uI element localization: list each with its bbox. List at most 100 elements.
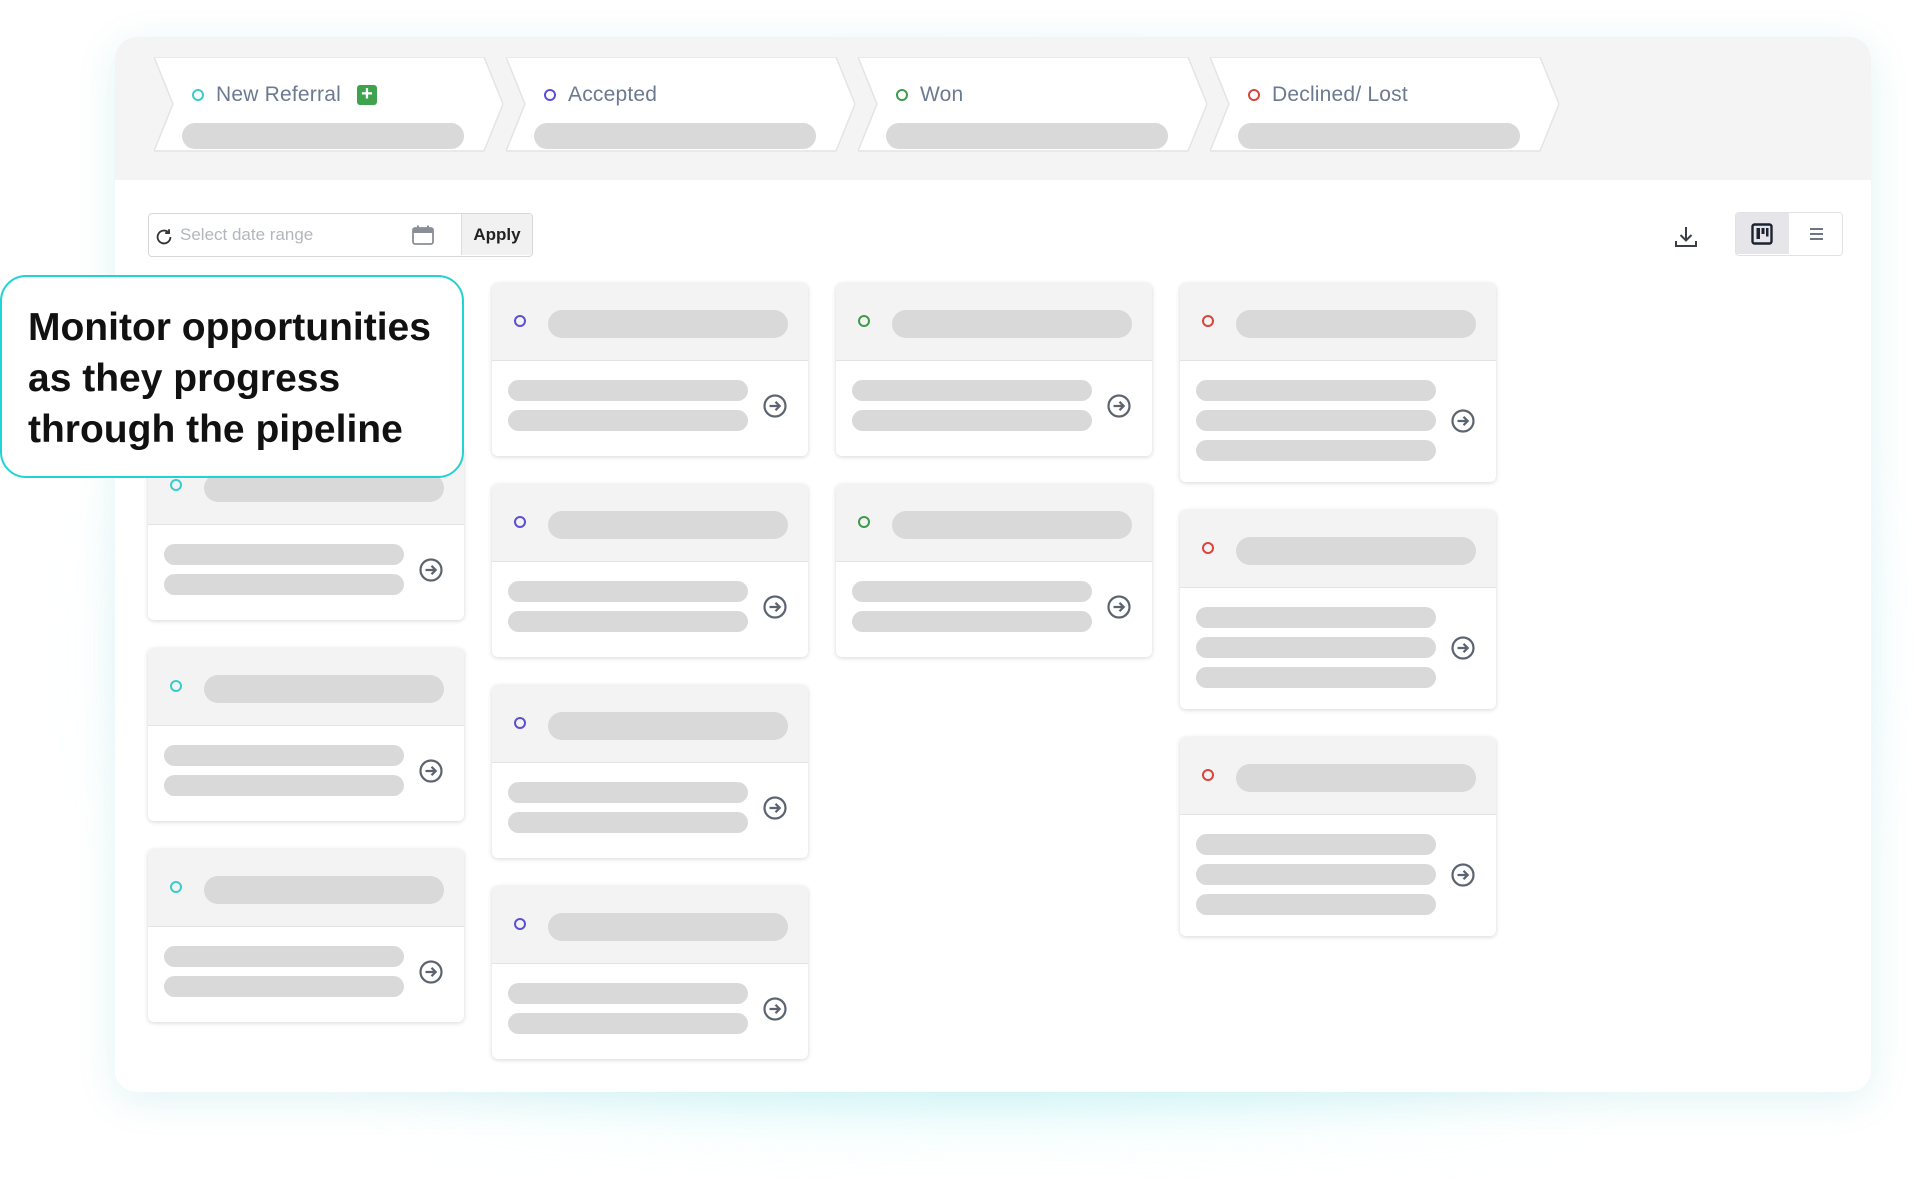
stage-label: Declined/ Lost — [1272, 83, 1408, 106]
status-ring-icon — [514, 516, 526, 528]
opportunity-card-won[interactable] — [836, 283, 1152, 456]
open-card-arrow-icon[interactable] — [1450, 635, 1476, 661]
view-toggle — [1735, 212, 1843, 256]
list-view-icon — [1810, 228, 1823, 240]
open-card-arrow-icon[interactable] — [762, 795, 788, 821]
card-title-placeholder — [1236, 310, 1476, 338]
refresh-icon[interactable] — [153, 226, 175, 248]
pipeline-panel: New Referral + Accepted Won Declined/ Lost A… — [115, 37, 1871, 1092]
opportunity-card-new_referral[interactable] — [148, 648, 464, 821]
stage-header: Declined/ Lost — [1248, 80, 1408, 110]
callout-box: Monitor opportunities as they progress t… — [0, 275, 464, 478]
open-card-arrow-icon[interactable] — [1450, 408, 1476, 434]
card-title-placeholder — [204, 675, 444, 703]
status-ring-icon — [896, 89, 908, 101]
open-card-arrow-icon[interactable] — [418, 557, 444, 583]
stage-accepted[interactable]: Accepted — [506, 57, 856, 152]
status-ring-icon — [1202, 542, 1214, 554]
card-detail-placeholder — [1196, 894, 1436, 915]
card-title-placeholder — [1236, 764, 1476, 792]
open-card-arrow-icon[interactable] — [762, 996, 788, 1022]
stage-header: Accepted — [544, 80, 657, 110]
card-header — [492, 886, 808, 964]
open-card-arrow-icon[interactable] — [762, 594, 788, 620]
card-detail-placeholder — [508, 611, 748, 632]
status-ring-icon — [1202, 315, 1214, 327]
card-header — [1180, 737, 1496, 815]
status-ring-icon — [514, 315, 526, 327]
open-card-arrow-icon[interactable] — [418, 959, 444, 985]
card-detail-placeholder — [852, 380, 1092, 401]
apply-button[interactable]: Apply — [461, 214, 532, 255]
callout-text: Monitor opportunities as they progress t… — [28, 306, 431, 451]
card-title-placeholder — [548, 913, 788, 941]
stage-header: New Referral + — [192, 80, 377, 110]
card-detail-placeholder — [1196, 667, 1436, 688]
card-detail-placeholder — [164, 745, 404, 766]
stage-new_referral[interactable]: New Referral + — [154, 57, 504, 152]
opportunity-card-won[interactable] — [836, 484, 1152, 657]
card-header — [492, 484, 808, 562]
download-icon[interactable] — [1673, 224, 1699, 250]
status-ring-icon — [544, 89, 556, 101]
card-detail-placeholder — [1196, 410, 1436, 431]
card-detail-placeholder — [164, 976, 404, 997]
card-header — [492, 685, 808, 763]
card-header — [1180, 510, 1496, 588]
status-ring-icon — [1202, 769, 1214, 781]
open-card-arrow-icon[interactable] — [418, 758, 444, 784]
stage-summary-placeholder — [1238, 123, 1520, 149]
card-detail-placeholder — [508, 983, 748, 1004]
opportunity-card-new_referral[interactable] — [148, 849, 464, 1022]
calendar-icon[interactable] — [412, 225, 434, 245]
add-referral-icon[interactable]: + — [356, 84, 377, 105]
open-card-arrow-icon[interactable] — [1106, 393, 1132, 419]
opportunity-card-declined[interactable] — [1180, 510, 1496, 709]
stage-label: Won — [920, 83, 964, 106]
card-detail-placeholder — [1196, 864, 1436, 885]
card-detail-placeholder — [164, 574, 404, 595]
open-card-arrow-icon[interactable] — [1450, 862, 1476, 888]
opportunity-card-accepted[interactable] — [492, 685, 808, 858]
date-range-input[interactable] — [180, 214, 410, 256]
card-header — [836, 484, 1152, 562]
stage-declined[interactable]: Declined/ Lost — [1210, 57, 1560, 152]
card-detail-placeholder — [508, 1013, 748, 1034]
status-ring-icon — [170, 479, 182, 491]
card-detail-placeholder — [1196, 834, 1436, 855]
stage-label: New Referral — [216, 83, 341, 106]
list-view-button[interactable] — [1790, 213, 1842, 254]
card-title-placeholder — [892, 511, 1132, 539]
status-ring-icon — [514, 918, 526, 930]
stage-won[interactable]: Won — [858, 57, 1208, 152]
opportunity-card-declined[interactable] — [1180, 283, 1496, 482]
card-header — [1180, 283, 1496, 361]
board-view-button[interactable] — [1736, 213, 1789, 254]
stage-header: Won — [896, 80, 963, 110]
card-header — [148, 648, 464, 726]
stage-summary-placeholder — [182, 123, 464, 149]
status-ring-icon — [514, 717, 526, 729]
opportunity-card-declined[interactable] — [1180, 737, 1496, 936]
status-ring-icon — [858, 516, 870, 528]
status-ring-icon — [858, 315, 870, 327]
card-detail-placeholder — [852, 410, 1092, 431]
opportunity-card-accepted[interactable] — [492, 886, 808, 1059]
card-detail-placeholder — [508, 410, 748, 431]
card-detail-placeholder — [1196, 380, 1436, 401]
card-detail-placeholder — [508, 581, 748, 602]
card-title-placeholder — [548, 712, 788, 740]
date-range-filter: Apply — [148, 213, 533, 257]
opportunity-card-accepted[interactable] — [492, 484, 808, 657]
card-detail-placeholder — [508, 380, 748, 401]
card-detail-placeholder — [164, 544, 404, 565]
opportunity-card-accepted[interactable] — [492, 283, 808, 456]
status-ring-icon — [170, 881, 182, 893]
open-card-arrow-icon[interactable] — [762, 393, 788, 419]
card-title-placeholder — [892, 310, 1132, 338]
stage-summary-placeholder — [886, 123, 1168, 149]
card-title-placeholder — [1236, 537, 1476, 565]
open-card-arrow-icon[interactable] — [1106, 594, 1132, 620]
card-title-placeholder — [204, 876, 444, 904]
card-detail-placeholder — [852, 611, 1092, 632]
